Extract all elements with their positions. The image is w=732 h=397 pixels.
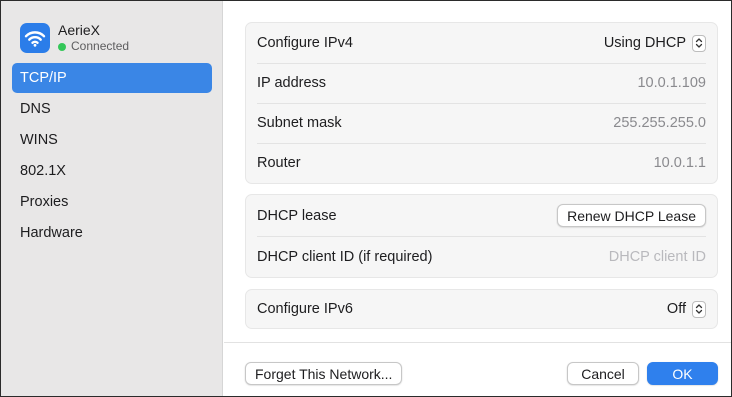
footer-bar: Forget This Network... Cancel OK bbox=[224, 342, 731, 396]
configure-ipv6-label: Configure IPv6 bbox=[257, 301, 353, 317]
subnet-mask-value: 255.255.255.0 bbox=[613, 115, 706, 131]
sidebar-item-tcpip[interactable]: TCP/IP bbox=[12, 63, 212, 93]
status-dot-icon bbox=[58, 42, 66, 51]
router-label: Router bbox=[257, 155, 301, 171]
sidebar-item-wins[interactable]: WINS bbox=[12, 125, 212, 155]
dhcp-lease-label: DHCP lease bbox=[257, 207, 337, 224]
sidebar-nav: TCP/IP DNS WINS 802.1X Proxies Hardware bbox=[12, 63, 212, 249]
sidebar: AerieX Connected TCP/IP DNS WINS 802.1X … bbox=[1, 1, 223, 396]
configure-ipv6-row: Configure IPv6 Off bbox=[246, 290, 717, 328]
forget-network-button[interactable]: Forget This Network... bbox=[245, 362, 403, 385]
chevron-up-down-icon bbox=[692, 34, 706, 52]
dhcp-lease-row: DHCP lease Renew DHCP Lease bbox=[246, 195, 717, 236]
router-row: Router 10.0.1.1 bbox=[246, 143, 717, 183]
wifi-icon bbox=[20, 23, 50, 53]
ip-address-row: IP address 10.0.1.109 bbox=[246, 63, 717, 103]
sidebar-item-hardware[interactable]: Hardware bbox=[12, 218, 212, 248]
cancel-button[interactable]: Cancel bbox=[567, 362, 639, 385]
network-header: AerieX Connected bbox=[20, 21, 129, 55]
dhcp-client-id-field[interactable]: DHCP client ID bbox=[609, 249, 706, 265]
renew-dhcp-lease-button[interactable]: Renew DHCP Lease bbox=[557, 204, 706, 227]
configure-ipv6-value: Off bbox=[666, 301, 686, 317]
configure-ipv4-label: Configure IPv4 bbox=[257, 35, 353, 51]
network-status: Connected bbox=[58, 39, 129, 54]
ipv6-group: Configure IPv6 Off bbox=[245, 289, 718, 329]
dhcp-group: DHCP lease Renew DHCP Lease DHCP client … bbox=[245, 194, 718, 278]
main-panel: Configure IPv4 Using DHCP IP address 10.… bbox=[224, 1, 731, 396]
sidebar-item-dns[interactable]: DNS bbox=[12, 94, 212, 124]
router-value: 10.0.1.1 bbox=[653, 155, 706, 171]
ipv4-group: Configure IPv4 Using DHCP IP address 10.… bbox=[245, 22, 718, 184]
dhcp-client-id-label: DHCP client ID (if required) bbox=[257, 248, 433, 265]
chevron-up-down-icon bbox=[692, 300, 706, 318]
ip-address-label: IP address bbox=[257, 75, 327, 91]
configure-ipv6-select[interactable]: Off bbox=[666, 300, 706, 318]
ip-address-value: 10.0.1.109 bbox=[637, 75, 706, 91]
network-name: AerieX bbox=[58, 22, 101, 38]
configure-ipv4-value: Using DHCP bbox=[603, 35, 686, 51]
configure-ipv4-select[interactable]: Using DHCP bbox=[603, 34, 706, 52]
subnet-mask-row: Subnet mask 255.255.255.0 bbox=[246, 103, 717, 143]
subnet-mask-label: Subnet mask bbox=[257, 115, 342, 131]
sidebar-item-proxies[interactable]: Proxies bbox=[12, 187, 212, 217]
sidebar-item-8021x[interactable]: 802.1X bbox=[12, 156, 212, 186]
network-settings-window: AerieX Connected TCP/IP DNS WINS 802.1X … bbox=[0, 0, 732, 397]
configure-ipv4-row: Configure IPv4 Using DHCP bbox=[246, 23, 717, 63]
dhcp-client-id-row: DHCP client ID (if required) DHCP client… bbox=[246, 236, 717, 277]
ok-button[interactable]: OK bbox=[647, 362, 718, 385]
network-status-label: Connected bbox=[71, 39, 130, 53]
network-info: AerieX Connected bbox=[58, 22, 129, 54]
